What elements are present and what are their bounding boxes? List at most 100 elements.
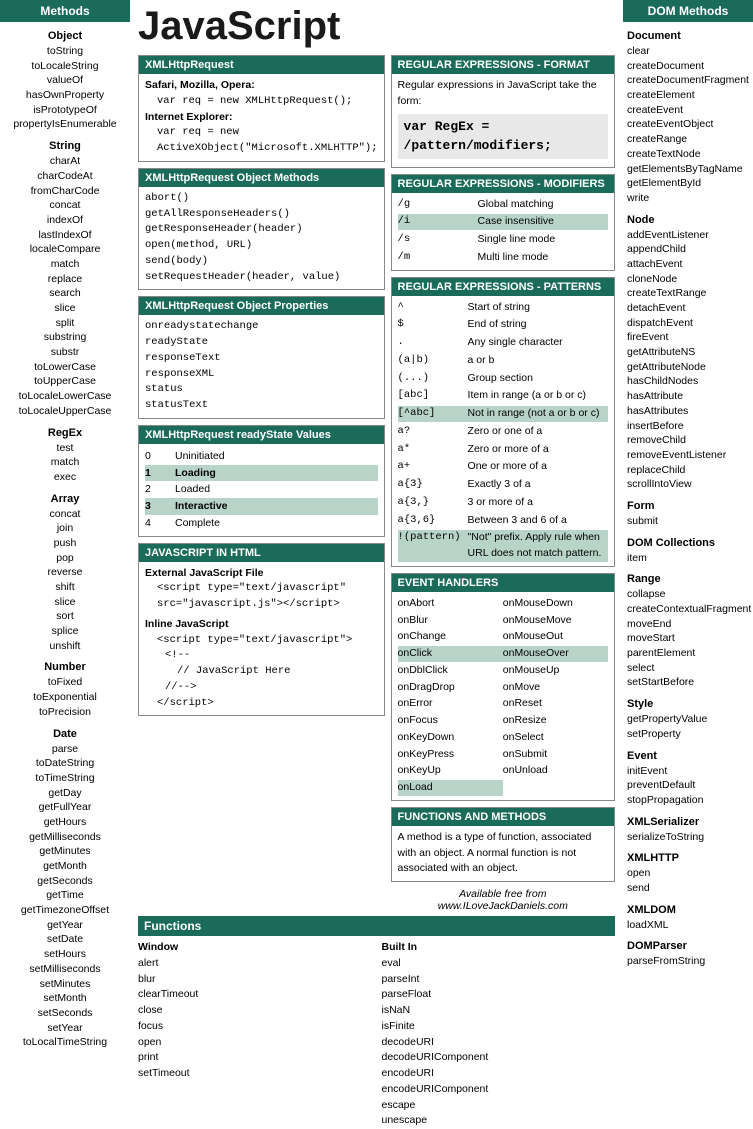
event-section: Event initEventpreventDefaultstopPropaga… xyxy=(623,750,753,808)
pat-a3c: a{3,} xyxy=(398,495,468,511)
ev-onKeyUp: onKeyUp xyxy=(398,763,503,779)
method-abort: abort() xyxy=(145,191,378,207)
xhr-readystate-body: 0 Uninitiated 1 Loading 2 Loaded xyxy=(139,444,384,536)
mod-i-desc: Case insensitive xyxy=(478,214,608,230)
pat-caret-desc: Start of string xyxy=(468,300,608,316)
pat-aq-desc: Zero or one of a xyxy=(468,424,608,440)
range-items: collapsecreateContextualFragmentmoveEndm… xyxy=(623,587,753,690)
pat-notpat: !(pattern) xyxy=(398,530,468,562)
ev-onError: onError xyxy=(398,696,503,712)
readystate-row-4: 4 Complete xyxy=(145,515,378,532)
methods-header: Methods xyxy=(0,0,130,22)
ev-onLoad: onLoad xyxy=(398,780,503,796)
ev-onMouseOver: onMouseOver xyxy=(503,646,608,662)
rs-label-4: Complete xyxy=(175,515,378,532)
event-handlers-body: onAbortonMouseDown onBluronMouseMove onC… xyxy=(392,592,614,800)
regex-items: testmatchexec xyxy=(0,441,130,485)
modifiers-table: /gGlobal matching /iCase insensitive /sS… xyxy=(398,197,608,266)
pat-group: (...) xyxy=(398,371,468,387)
pat-notpat-desc: "Not" prefix. Apply rule when URL does n… xyxy=(468,530,608,562)
inline-code5: </script> xyxy=(145,696,378,712)
xmlhttp-items: opensend xyxy=(623,866,753,895)
external-code2: src="javascript.js"></script> xyxy=(145,597,378,613)
rs-val-4: 4 xyxy=(145,515,175,532)
mod-m: /m xyxy=(398,250,478,266)
event-handlers-header: EVENT HANDLERS xyxy=(392,574,614,592)
safari-code: var req = new XMLHttpRequest(); xyxy=(145,94,378,110)
xmlserializer-items: serializeToString xyxy=(623,830,753,845)
external-code1: <script type="text/javascript" xyxy=(145,581,378,597)
builtin-title: Built In xyxy=(382,940,616,956)
pat-astar-desc: Zero or more of a xyxy=(468,442,608,458)
builtin-items: evalparseIntparseFloatisNaNisFinitedecod… xyxy=(382,956,616,1129)
xmlhttp-section: XMLHTTP opensend xyxy=(623,852,753,895)
pat-aorb-desc: a or b xyxy=(468,353,608,369)
form-title: Form xyxy=(623,500,753,512)
regex-format-card: REGULAR EXPRESSIONS - FORMAT Regular exp… xyxy=(391,55,615,168)
event-table: onAbortonMouseDown onBluronMouseMove onC… xyxy=(398,596,608,796)
prop-responsetext: responseText xyxy=(145,351,378,367)
regex-patterns-card: REGULAR EXPRESSIONS - PATTERNS ^Start of… xyxy=(391,277,615,567)
string-title: String xyxy=(0,140,130,152)
xmldom-section: XMLDOM loadXML xyxy=(623,904,753,933)
prop-statustext: statusText xyxy=(145,398,378,414)
ev-onDragDrop: onDragDrop xyxy=(398,680,503,696)
readystate-row-0: 0 Uninitiated xyxy=(145,448,378,465)
domparser-title: DOMParser xyxy=(623,940,753,952)
ev-onKeyPress: onKeyPress xyxy=(398,747,503,763)
regex-format-body: Regular expressions in JavaScript take t… xyxy=(392,74,614,167)
regex-section: RegEx testmatchexec xyxy=(0,427,130,485)
document-items: clearcreateDocumentcreateDocumentFragmen… xyxy=(623,44,753,206)
footer: Available free from www.ILoveJackDaniels… xyxy=(391,888,615,912)
xhr-props-header: XMLHttpRequest Object Properties xyxy=(139,297,384,315)
left-sidebar: Methods Object toStringtoLocaleStringval… xyxy=(0,0,130,1129)
ev-onFocus: onFocus xyxy=(398,713,503,729)
pat-aq: a? xyxy=(398,424,468,440)
xmlserializer-section: XMLSerializer serializeToString xyxy=(623,816,753,845)
pat-a3c-desc: 3 or more of a xyxy=(468,495,608,511)
inline-label: Inline JavaScript xyxy=(145,617,378,633)
event-items: initEventpreventDefaultstopPropagation xyxy=(623,764,753,808)
js-html-header: JAVASCRIPT IN HTML xyxy=(139,544,384,562)
ie-label: Internet Explorer: xyxy=(145,111,233,123)
rs-val-0: 0 xyxy=(145,448,175,465)
node-title: Node xyxy=(623,214,753,226)
style-section: Style getPropertyValuesetProperty xyxy=(623,698,753,741)
xhr-methods-header: XMLHttpRequest Object Methods xyxy=(139,169,384,187)
ev-onMove: onMove xyxy=(503,680,608,696)
ev-onSelect: onSelect xyxy=(503,730,608,746)
readystate-table: 0 Uninitiated 1 Loading 2 Loaded xyxy=(145,448,378,532)
date-section: Date parsetoDateStringtoTimeStringgetDay… xyxy=(0,728,130,1050)
window-title: Window xyxy=(138,940,372,956)
prop-readystate: readyState xyxy=(145,335,378,351)
functions-section: Functions Window alertblurclearTimeoutcl… xyxy=(138,916,615,1129)
array-title: Array xyxy=(0,493,130,505)
number-title: Number xyxy=(0,661,130,673)
ev-onBlur: onBlur xyxy=(398,613,503,629)
ev-onReset: onReset xyxy=(503,696,608,712)
ie-code2: ActiveXObject("Microsoft.XMLHTTP"); xyxy=(145,141,378,157)
dom-collections-title: DOM Collections xyxy=(623,537,753,549)
pat-a3: a{3} xyxy=(398,477,468,493)
pat-a3-desc: Exactly 3 of a xyxy=(468,477,608,493)
pat-notrange: [^abc] xyxy=(398,406,468,422)
array-section: Array concatjoinpushpopreverseshiftslice… xyxy=(0,493,130,654)
mod-g-desc: Global matching xyxy=(478,197,608,213)
mod-m-desc: Multi line mode xyxy=(478,250,608,266)
regex-modifiers-card: REGULAR EXPRESSIONS - MODIFIERS /gGlobal… xyxy=(391,174,615,271)
xmldom-items: loadXML xyxy=(623,918,753,933)
external-label: External JavaScript File xyxy=(145,566,378,582)
object-items: toStringtoLocaleStringvalueOfhasOwnPrope… xyxy=(0,44,130,132)
string-items: charAtcharCodeAtfromCharCodeconcatindexO… xyxy=(0,154,130,418)
document-title: Document xyxy=(623,30,753,42)
readystate-row-1: 1 Loading xyxy=(145,465,378,482)
xhr-readystate-card: XMLHttpRequest readyState Values 0 Unini… xyxy=(138,425,385,537)
rs-val-1: 1 xyxy=(145,465,175,482)
method-getallresponseheaders: getAllResponseHeaders() xyxy=(145,207,378,223)
ev-onResize: onResize xyxy=(503,713,608,729)
pat-range-desc: Item in range (a or b or c) xyxy=(468,388,608,404)
rs-val-3: 3 xyxy=(145,498,175,515)
method-setrequestheader: setRequestHeader(header, value) xyxy=(145,270,378,286)
xhr-methods-body: abort() getAllResponseHeaders() getRespo… xyxy=(139,187,384,290)
functions-methods-desc: A method is a type of function, associat… xyxy=(398,830,608,877)
